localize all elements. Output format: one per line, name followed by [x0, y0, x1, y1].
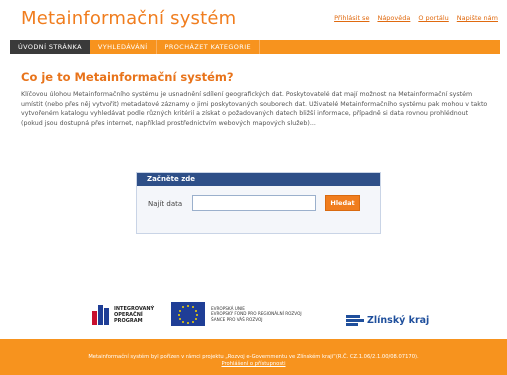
footer: Metainformační systém byl pořízen v rámc…: [0, 339, 507, 375]
search-panel-title: Začněte zde: [137, 173, 380, 186]
iop-logo: INTEGROVANÝ OPERAČNÍ PROGRAM: [92, 305, 154, 325]
search-panel: Začněte zde Najít data Hledat: [136, 172, 381, 234]
header: Metainformační systém Přihlásit se Nápov…: [0, 0, 507, 38]
intro-text: Klíčovou úlohou Metainformačního systému…: [21, 91, 488, 127]
iop-bars-icon: [92, 305, 109, 325]
tab-browse-categories[interactable]: PROCHÁZET KATEGORIE: [157, 40, 261, 54]
page-heading: Co je to Metainformační systém?: [21, 70, 234, 84]
accessibility-link[interactable]: Prohlášení o přístupnosti: [221, 361, 285, 367]
site-title[interactable]: Metainformační systém: [21, 8, 236, 29]
tab-home[interactable]: ÚVODNÍ STRÁNKA: [10, 40, 90, 54]
eu-logo: EVROPSKÁ UNIE EVROPSKÝ FOND PRO REGIONÁL…: [171, 302, 302, 326]
eu-flag-icon: [171, 302, 205, 326]
main-nav: ÚVODNÍ STRÁNKA VYHLEDÁVÁNÍ PROCHÁZET KAT…: [10, 40, 500, 54]
search-button[interactable]: Hledat: [325, 195, 360, 211]
iop-logo-text: INTEGROVANÝ OPERAČNÍ PROGRAM: [114, 306, 155, 324]
contact-link[interactable]: Napište nám: [457, 14, 498, 22]
tab-search[interactable]: VYHLEDÁVÁNÍ: [90, 40, 157, 54]
footer-text: Metainformační systém byl pořízen v rámc…: [88, 354, 419, 360]
eu-logo-text: EVROPSKÁ UNIE EVROPSKÝ FOND PRO REGIONÁL…: [211, 305, 302, 322]
zlin-region-logo: Zlínský kraj: [346, 315, 429, 326]
help-link[interactable]: Nápověda: [377, 14, 410, 22]
top-links: Přihlásit se Nápověda O portálu Napište …: [334, 14, 498, 22]
about-link[interactable]: O portálu: [418, 14, 448, 22]
search-input[interactable]: [192, 195, 316, 211]
login-link[interactable]: Přihlásit se: [334, 14, 369, 22]
zlin-region-label: Zlínský kraj: [367, 315, 430, 326]
zlin-region-icon: [346, 315, 364, 326]
logo-strip: INTEGROVANÝ OPERAČNÍ PROGRAM EVROPSKÁ UN…: [0, 300, 507, 338]
search-label: Najít data: [148, 200, 183, 208]
